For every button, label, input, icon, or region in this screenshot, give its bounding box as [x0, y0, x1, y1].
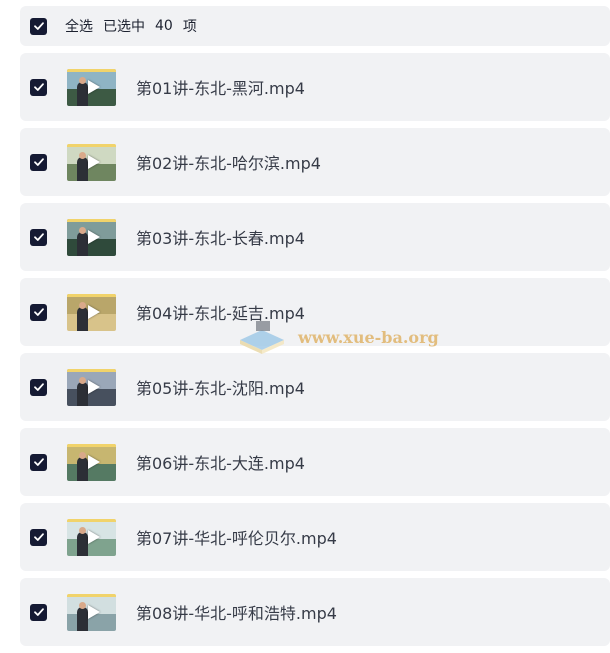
file-row[interactable]: 第03讲-东北-长春.mp4: [20, 203, 610, 271]
thumb-presenter-head: [79, 451, 86, 459]
thumb-presenter-head: [79, 151, 86, 159]
checkmark-icon: [33, 533, 44, 541]
file-row[interactable]: 第04讲-东北-延吉.mp4: [20, 278, 610, 346]
selected-prefix: 已选中: [103, 19, 145, 35]
file-checkbox[interactable]: [30, 153, 47, 171]
thumb-presenter: [77, 156, 88, 181]
video-thumbnail[interactable]: [67, 68, 116, 106]
play-icon: [87, 380, 100, 394]
select-all-label: 全选: [65, 19, 93, 35]
select-all-checkbox[interactable]: [30, 17, 47, 35]
play-icon: [87, 230, 100, 244]
file-checkbox[interactable]: [30, 603, 47, 621]
thumb-banner: [67, 68, 116, 72]
thumb-presenter: [77, 231, 88, 256]
file-name: 第03讲-东北-长春.mp4: [136, 229, 305, 248]
thumb-banner: [67, 368, 116, 372]
thumb-presenter: [77, 531, 88, 556]
video-thumbnail[interactable]: [67, 443, 116, 481]
thumb-banner: [67, 443, 116, 447]
select-all-bar[interactable]: 全选 已选中 40 项: [20, 6, 610, 46]
checkmark-icon: [33, 22, 44, 30]
thumb-presenter: [77, 606, 88, 631]
file-list: 第01讲-东北-黑河.mp4 第02讲-东北-哈尔滨.mp4 第03讲-东北-长春.…: [20, 53, 610, 653]
checkmark-icon: [33, 83, 44, 91]
file-row[interactable]: 第08讲-华北-呼和浩特.mp4: [20, 578, 610, 646]
thumb-presenter: [77, 306, 88, 331]
play-icon: [87, 605, 100, 619]
selected-count: 40: [155, 18, 173, 34]
thumb-presenter: [77, 81, 88, 106]
file-name: 第05讲-东北-沈阳.mp4: [136, 379, 305, 398]
checkmark-icon: [33, 158, 44, 166]
thumb-presenter-head: [79, 226, 86, 234]
play-icon: [87, 455, 100, 469]
file-row[interactable]: 第02讲-东北-哈尔滨.mp4: [20, 128, 610, 196]
file-checkbox[interactable]: [30, 528, 47, 546]
file-row[interactable]: 第05讲-东北-沈阳.mp4: [20, 353, 610, 421]
thumb-banner: [67, 143, 116, 147]
checkmark-icon: [33, 458, 44, 466]
video-thumbnail[interactable]: [67, 368, 116, 406]
file-row[interactable]: 第06讲-东北-大连.mp4: [20, 428, 610, 496]
select-all-text: 全选 已选中 40 项: [65, 16, 207, 36]
thumb-presenter-head: [79, 301, 86, 309]
file-name: 第06讲-东北-大连.mp4: [136, 454, 305, 473]
thumb-banner: [67, 293, 116, 297]
file-checkbox[interactable]: [30, 228, 47, 246]
file-checkbox[interactable]: [30, 378, 47, 396]
checkmark-icon: [33, 308, 44, 316]
file-checkbox[interactable]: [30, 78, 47, 96]
thumb-banner: [67, 518, 116, 522]
checkmark-icon: [33, 233, 44, 241]
file-checkbox[interactable]: [30, 303, 47, 321]
thumb-presenter-head: [79, 601, 86, 609]
thumb-presenter-head: [79, 376, 86, 384]
video-thumbnail[interactable]: [67, 593, 116, 631]
thumb-presenter: [77, 456, 88, 481]
play-icon: [87, 80, 100, 94]
thumb-presenter: [77, 381, 88, 406]
play-icon: [87, 305, 100, 319]
file-row[interactable]: 第07讲-华北-呼伦贝尔.mp4: [20, 503, 610, 571]
file-name: 第04讲-东北-延吉.mp4: [136, 304, 305, 323]
file-name: 第07讲-华北-呼伦贝尔.mp4: [136, 529, 337, 548]
selected-suffix: 项: [182, 19, 197, 35]
file-name: 第08讲-华北-呼和浩特.mp4: [136, 604, 337, 623]
thumb-banner: [67, 218, 116, 222]
video-thumbnail[interactable]: [67, 518, 116, 556]
video-thumbnail[interactable]: [67, 293, 116, 331]
checkmark-icon: [33, 383, 44, 391]
file-name: 第02讲-东北-哈尔滨.mp4: [136, 154, 321, 173]
video-thumbnail[interactable]: [67, 143, 116, 181]
thumb-banner: [67, 593, 116, 597]
file-checkbox[interactable]: [30, 453, 47, 471]
play-icon: [87, 155, 100, 169]
video-thumbnail[interactable]: [67, 218, 116, 256]
play-icon: [87, 530, 100, 544]
thumb-presenter-head: [79, 76, 86, 84]
checkmark-icon: [33, 608, 44, 616]
file-row[interactable]: 第01讲-东北-黑河.mp4: [20, 53, 610, 121]
file-name: 第01讲-东北-黑河.mp4: [136, 79, 305, 98]
thumb-presenter-head: [79, 526, 86, 534]
